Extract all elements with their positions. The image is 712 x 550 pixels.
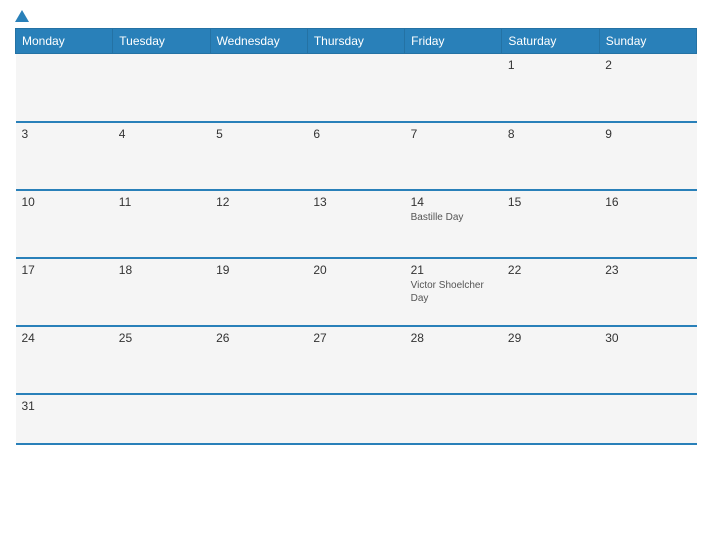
calendar-cell: 11 bbox=[113, 190, 210, 258]
calendar-cell bbox=[405, 54, 502, 122]
calendar-cell bbox=[307, 54, 404, 122]
weekday-header-sunday: Sunday bbox=[599, 29, 696, 54]
calendar-body: 1234567891011121314Bastille Day151617181… bbox=[16, 54, 697, 444]
day-number: 2 bbox=[605, 58, 690, 72]
day-number: 29 bbox=[508, 331, 593, 345]
calendar-cell: 2 bbox=[599, 54, 696, 122]
calendar-cell: 6 bbox=[307, 122, 404, 190]
calendar-cell bbox=[210, 54, 307, 122]
calendar-week-2: 3456789 bbox=[16, 122, 697, 190]
day-number: 10 bbox=[22, 195, 107, 209]
calendar-cell: 18 bbox=[113, 258, 210, 326]
calendar-cell: 10 bbox=[16, 190, 113, 258]
calendar-cell bbox=[16, 54, 113, 122]
day-number: 12 bbox=[216, 195, 301, 209]
holiday-label: Bastille Day bbox=[411, 211, 496, 224]
calendar-table: MondayTuesdayWednesdayThursdayFridaySatu… bbox=[15, 28, 697, 445]
day-number: 28 bbox=[411, 331, 496, 345]
calendar-cell: 1 bbox=[502, 54, 599, 122]
calendar-cell: 28 bbox=[405, 326, 502, 394]
calendar-cell: 31 bbox=[16, 394, 113, 444]
day-number: 30 bbox=[605, 331, 690, 345]
calendar-cell: 27 bbox=[307, 326, 404, 394]
calendar-cell: 17 bbox=[16, 258, 113, 326]
day-number: 16 bbox=[605, 195, 690, 209]
calendar-header: MondayTuesdayWednesdayThursdayFridaySatu… bbox=[16, 29, 697, 54]
day-number: 24 bbox=[22, 331, 107, 345]
day-number: 18 bbox=[119, 263, 204, 277]
weekday-header-monday: Monday bbox=[16, 29, 113, 54]
calendar-cell: 7 bbox=[405, 122, 502, 190]
day-number: 21 bbox=[411, 263, 496, 277]
calendar-cell: 25 bbox=[113, 326, 210, 394]
day-number: 15 bbox=[508, 195, 593, 209]
day-number: 3 bbox=[22, 127, 107, 141]
header bbox=[15, 10, 697, 22]
calendar-cell: 23 bbox=[599, 258, 696, 326]
calendar-cell: 20 bbox=[307, 258, 404, 326]
calendar-week-1: 12 bbox=[16, 54, 697, 122]
calendar-cell: 14 Bastille Day bbox=[405, 190, 502, 258]
calendar-cell: 22 bbox=[502, 258, 599, 326]
calendar-cell: 16 bbox=[599, 190, 696, 258]
calendar-week-3: 10 11 12 13 14 Bastille Day 15 16 bbox=[16, 190, 697, 258]
weekday-header-row: MondayTuesdayWednesdayThursdayFridaySatu… bbox=[16, 29, 697, 54]
calendar-cell: 5 bbox=[210, 122, 307, 190]
calendar-cell bbox=[307, 394, 404, 444]
day-number: 17 bbox=[22, 263, 107, 277]
holiday-label: Victor Shoelcher Day bbox=[411, 279, 496, 305]
day-number: 14 bbox=[411, 195, 496, 209]
calendar-cell: 13 bbox=[307, 190, 404, 258]
calendar-cell: 21 Victor Shoelcher Day bbox=[405, 258, 502, 326]
calendar-cell: 26 bbox=[210, 326, 307, 394]
day-number: 23 bbox=[605, 263, 690, 277]
calendar-week-4: 17 18 19 20 21 Victor Shoelcher Day 22 23 bbox=[16, 258, 697, 326]
calendar-cell: 3 bbox=[16, 122, 113, 190]
calendar-cell: 24 bbox=[16, 326, 113, 394]
day-number: 20 bbox=[313, 263, 398, 277]
day-number: 6 bbox=[313, 127, 398, 141]
calendar-cell: 15 bbox=[502, 190, 599, 258]
day-number: 5 bbox=[216, 127, 301, 141]
day-number: 7 bbox=[411, 127, 496, 141]
weekday-header-tuesday: Tuesday bbox=[113, 29, 210, 54]
day-number: 13 bbox=[313, 195, 398, 209]
calendar-cell: 12 bbox=[210, 190, 307, 258]
day-number: 25 bbox=[119, 331, 204, 345]
weekday-header-wednesday: Wednesday bbox=[210, 29, 307, 54]
calendar-week-6: 31 bbox=[16, 394, 697, 444]
day-number: 1 bbox=[508, 58, 593, 72]
logo bbox=[15, 10, 31, 22]
logo-triangle-icon bbox=[15, 10, 29, 22]
calendar-cell bbox=[502, 394, 599, 444]
day-number: 27 bbox=[313, 331, 398, 345]
calendar-cell bbox=[599, 394, 696, 444]
calendar-cell: 9 bbox=[599, 122, 696, 190]
day-number: 26 bbox=[216, 331, 301, 345]
logo-blue-row bbox=[15, 10, 31, 22]
calendar-week-5: 24 25 26 27 28 29 30 bbox=[16, 326, 697, 394]
weekday-header-friday: Friday bbox=[405, 29, 502, 54]
country-label bbox=[617, 10, 697, 14]
calendar-cell: 30 bbox=[599, 326, 696, 394]
calendar-cell: 4 bbox=[113, 122, 210, 190]
calendar-cell bbox=[405, 394, 502, 444]
calendar-page: MondayTuesdayWednesdayThursdayFridaySatu… bbox=[0, 0, 712, 550]
weekday-header-saturday: Saturday bbox=[502, 29, 599, 54]
day-number: 9 bbox=[605, 127, 690, 141]
calendar-cell: 8 bbox=[502, 122, 599, 190]
day-number: 4 bbox=[119, 127, 204, 141]
day-number: 11 bbox=[119, 195, 204, 209]
day-number: 19 bbox=[216, 263, 301, 277]
calendar-cell bbox=[113, 394, 210, 444]
day-number: 31 bbox=[22, 399, 107, 413]
calendar-cell bbox=[113, 54, 210, 122]
calendar-cell: 29 bbox=[502, 326, 599, 394]
calendar-cell bbox=[210, 394, 307, 444]
day-number: 22 bbox=[508, 263, 593, 277]
weekday-header-thursday: Thursday bbox=[307, 29, 404, 54]
day-number: 8 bbox=[508, 127, 593, 141]
calendar-cell: 19 bbox=[210, 258, 307, 326]
